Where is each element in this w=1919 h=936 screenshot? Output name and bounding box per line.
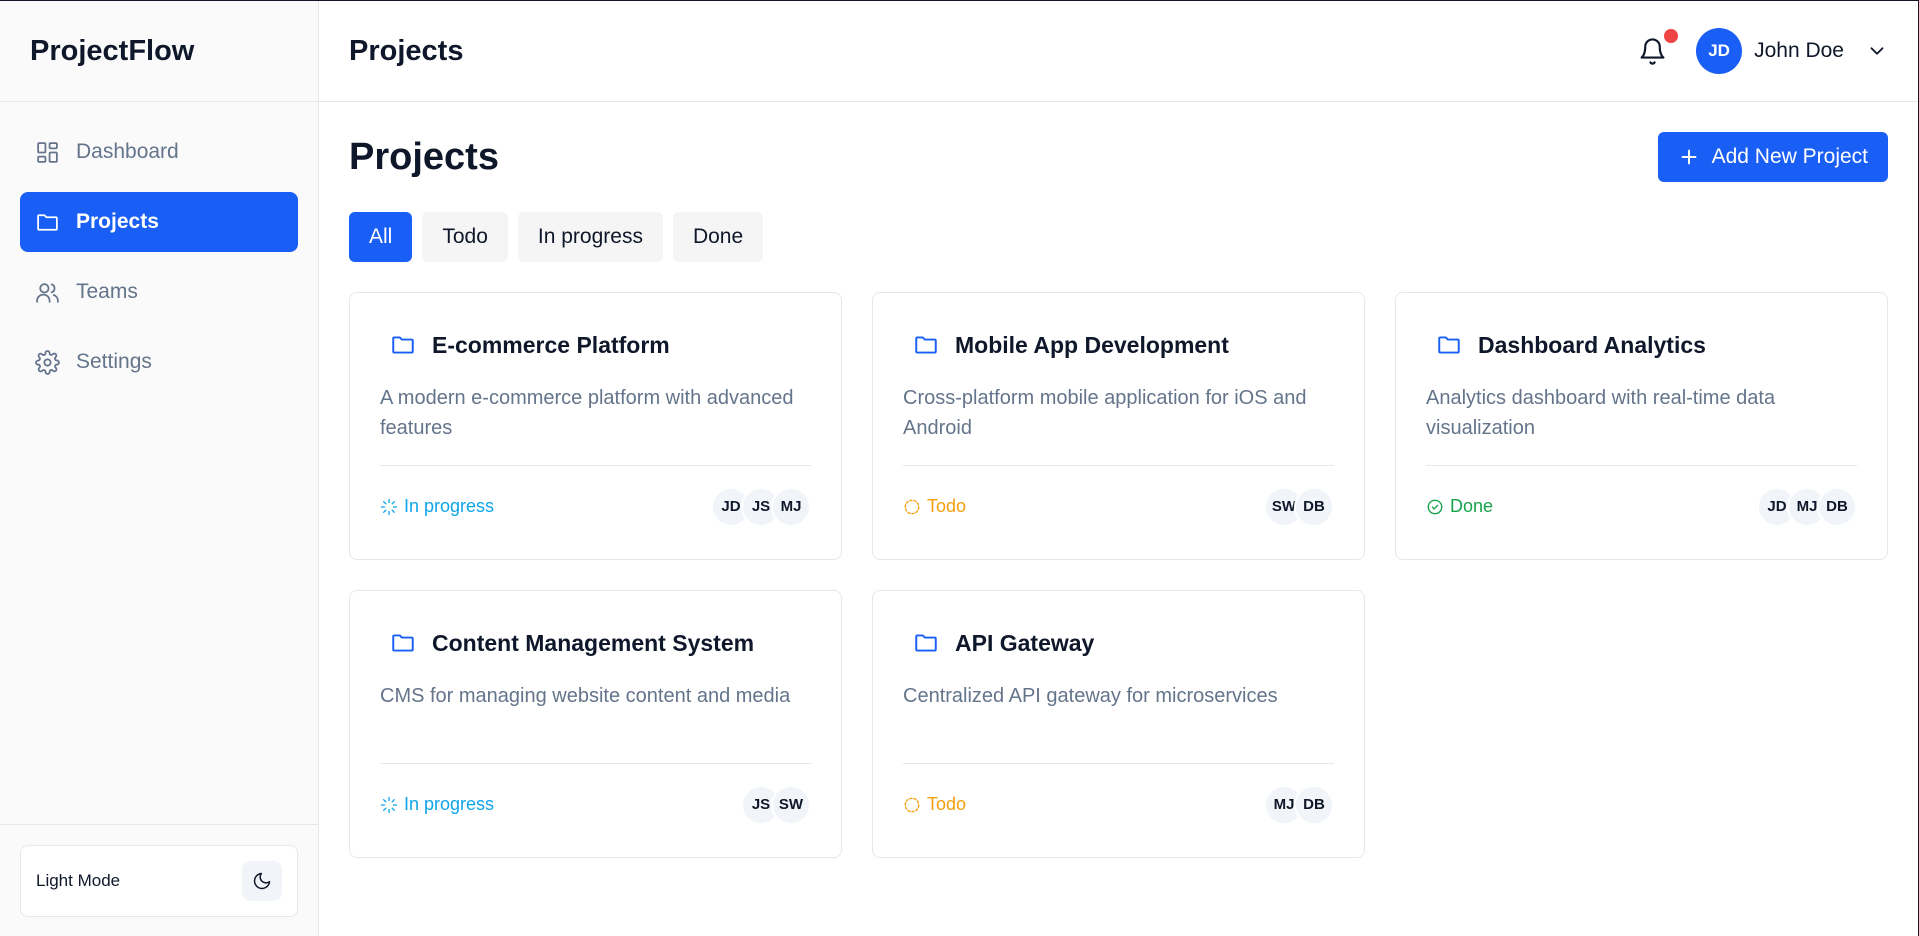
folder-icon [915,634,937,652]
folder-icon [1438,336,1460,354]
project-description: CMS for managing website content and med… [380,685,791,707]
status-badge: In progress [380,496,494,517]
plus-icon [1681,149,1697,165]
theme-label: Light Mode [36,871,121,890]
dashed-circle-icon [904,499,920,514]
project-description: Centralized API gateway for microservice… [903,685,1278,707]
project-card[interactable]: Dashboard Analytics Analytics dashboard … [1395,292,1888,560]
member-avatars: SW DB [1264,486,1334,527]
avatar: JD [1696,28,1743,74]
member-avatar: DB [1294,486,1334,527]
notifications-button[interactable] [1628,27,1679,75]
project-description: A modern e-commerce platform with advanc… [380,387,794,439]
member-avatar: MJ [771,486,811,527]
page-title: Projects [349,34,464,67]
project-title: Content Management System [432,629,755,656]
project-title: Mobile App Development [955,331,1229,358]
content: Projects Add New Project All Todo In pro… [319,102,1918,888]
member-avatar: DB [1817,486,1857,527]
sidebar-item-teams[interactable]: Teams [20,262,298,322]
sidebar-item-label: Dashboard [76,140,179,163]
card-footer: Todo SW DB [903,465,1334,547]
check-circle-icon [1427,499,1443,514]
member-avatars: MJ DB [1264,784,1334,825]
add-project-label: Add New Project [1711,145,1868,168]
filter-all[interactable]: All [349,212,413,262]
chevron-down-icon [1870,47,1884,55]
status-badge: Todo [903,496,966,517]
project-card[interactable]: API Gateway Centralized API gateway for … [872,590,1365,858]
filter-todo[interactable]: Todo [422,212,508,262]
folder-icon [392,634,414,652]
project-description: Analytics dashboard with real-time data … [1426,387,1776,439]
sidebar-item-label: Projects [76,210,159,233]
card-footer: In progress JS SW [380,763,811,845]
users-icon [36,282,59,303]
status-badge: Todo [903,794,966,815]
project-card[interactable]: Mobile App Development Cross-platform mo… [872,292,1365,560]
card-header: Mobile App Development [903,323,1334,367]
status-badge: In progress [380,794,494,815]
folder-icon [392,336,414,354]
notification-dot [1664,29,1679,43]
theme-toggle: Light Mode [20,845,298,917]
sidebar-footer: Light Mode [0,824,318,936]
topbar: Projects JD John Doe [319,1,1918,102]
sidebar-item-projects[interactable]: Projects [20,192,298,252]
member-avatars: JD JS MJ [711,486,811,527]
project-title: Dashboard Analytics [1478,331,1706,358]
member-avatars: JD MJ DB [1757,486,1857,527]
member-avatars: JS SW [741,784,811,825]
sidebar-nav: Dashboard Projects Teams Settings [0,102,318,412]
project-description: Cross-platform mobile application for iO… [903,387,1307,439]
project-card[interactable]: E-commerce Platform A modern e-commerce … [349,292,842,560]
app-window: ProjectFlow Dashboard Projects Teams Set… [0,0,1919,936]
member-avatar: DB [1294,784,1334,825]
loader-icon [380,498,398,515]
loader-icon [380,796,398,813]
add-project-button[interactable]: Add New Project [1657,132,1888,182]
topbar-actions: JD John Doe [1628,27,1888,75]
status-badge: Done [1426,496,1493,517]
theme-toggle-button[interactable] [242,861,282,901]
project-card[interactable]: Content Management System CMS for managi… [349,590,842,858]
status-label: In progress [404,496,495,516]
content-header: Projects Add New Project [349,132,1888,182]
gear-icon [35,349,60,375]
card-header: Dashboard Analytics [1426,323,1857,367]
filter-tabs: All Todo In progress Done [349,212,1888,262]
sidebar: ProjectFlow Dashboard Projects Teams Set… [0,1,319,936]
card-header: API Gateway [903,621,1334,665]
card-header: Content Management System [380,621,811,665]
sidebar-item-label: Teams [76,280,138,303]
card-footer: Todo MJ DB [903,763,1334,845]
status-label: Done [1450,496,1494,516]
user-menu[interactable]: JD John Doe [1696,28,1888,74]
dashed-circle-icon [904,797,920,812]
card-header: E-commerce Platform [380,323,811,367]
brand-logo[interactable]: ProjectFlow [0,1,318,102]
bell-icon [1640,37,1665,65]
sidebar-item-settings[interactable]: Settings [20,332,298,392]
status-label: Todo [927,794,967,814]
status-label: In progress [404,794,495,814]
user-name: John Doe [1754,39,1844,62]
section-title: Projects [349,135,499,178]
filter-in-progress[interactable]: In progress [517,212,663,262]
status-label: Todo [927,496,967,516]
dashboard-icon [37,141,58,163]
card-footer: Done JD MJ DB [1426,465,1857,547]
project-grid: E-commerce Platform A modern e-commerce … [349,292,1888,858]
main-area: Projects JD John Doe Projects Add New Pr… [319,1,1918,936]
project-title: API Gateway [955,629,1095,656]
project-title: E-commerce Platform [432,331,670,358]
moon-icon [253,872,271,890]
card-footer: In progress JD JS MJ [380,465,811,547]
sidebar-item-dashboard[interactable]: Dashboard [20,122,298,182]
filter-done[interactable]: Done [672,212,764,262]
member-avatar: SW [771,784,811,825]
folder-icon [37,213,58,231]
sidebar-item-label: Settings [76,350,152,373]
folder-icon [915,336,937,354]
